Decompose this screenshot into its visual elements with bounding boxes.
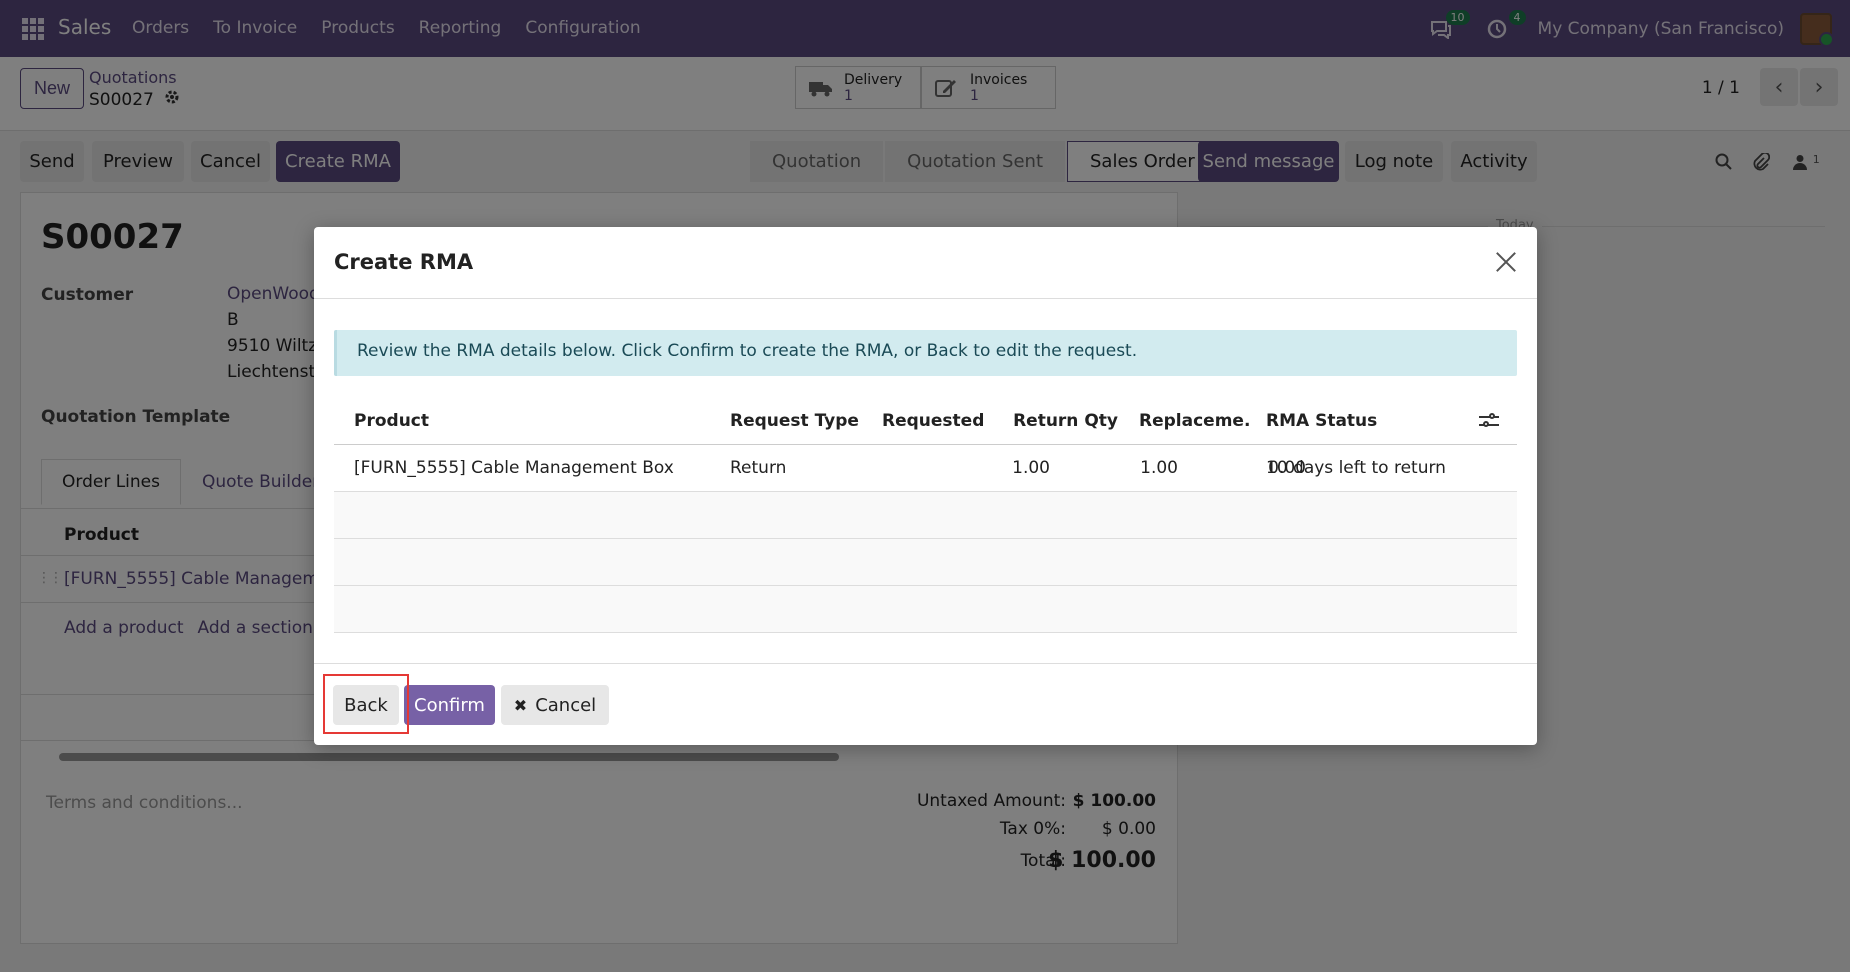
table-row[interactable]: [FURN_5555] Cable Management Box Return … <box>334 445 1517 492</box>
column-settings-icon[interactable] <box>1479 412 1499 430</box>
row-product[interactable]: [FURN_5555] Cable Management Box <box>354 445 724 491</box>
row-return-qty[interactable]: 1.00 <box>1064 445 1178 491</box>
row-request-type[interactable]: Return <box>730 445 870 491</box>
info-alert: Review the RMA details below. Click Conf… <box>334 330 1517 376</box>
cancel-button[interactable]: ✖ Cancel <box>501 685 609 725</box>
dialog-title: Create RMA <box>334 250 474 274</box>
cancel-label: Cancel <box>535 694 597 716</box>
dialog-footer: Back Confirm ✖ Cancel <box>314 663 1537 745</box>
col-replacement[interactable]: Replaceme... <box>1139 397 1249 444</box>
close-x-icon: ✖ <box>513 695 528 715</box>
col-request-type[interactable]: Request Type <box>730 397 870 444</box>
back-button-highlight <box>323 674 409 734</box>
dialog-header: Create RMA <box>314 227 1537 299</box>
close-icon[interactable] <box>1491 247 1521 277</box>
row-requested[interactable]: 1.00 <box>882 445 1050 491</box>
empty-row <box>334 586 1517 633</box>
rma-lines-table: Product Request Type Requested ... Retur… <box>334 397 1517 633</box>
col-requested[interactable]: Requested ... <box>882 397 992 444</box>
empty-row <box>334 492 1517 539</box>
confirm-button[interactable]: Confirm <box>404 685 495 725</box>
table-header: Product Request Type Requested ... Retur… <box>334 397 1517 445</box>
col-product[interactable]: Product <box>354 397 654 444</box>
empty-row <box>334 539 1517 586</box>
col-return-qty[interactable]: Return Qty <box>1008 397 1118 444</box>
col-rma-status[interactable]: RMA Status <box>1266 397 1426 444</box>
row-rma-status: 10 days left to return <box>1266 458 1446 478</box>
create-rma-dialog: Create RMA Review the RMA details below.… <box>314 227 1537 745</box>
